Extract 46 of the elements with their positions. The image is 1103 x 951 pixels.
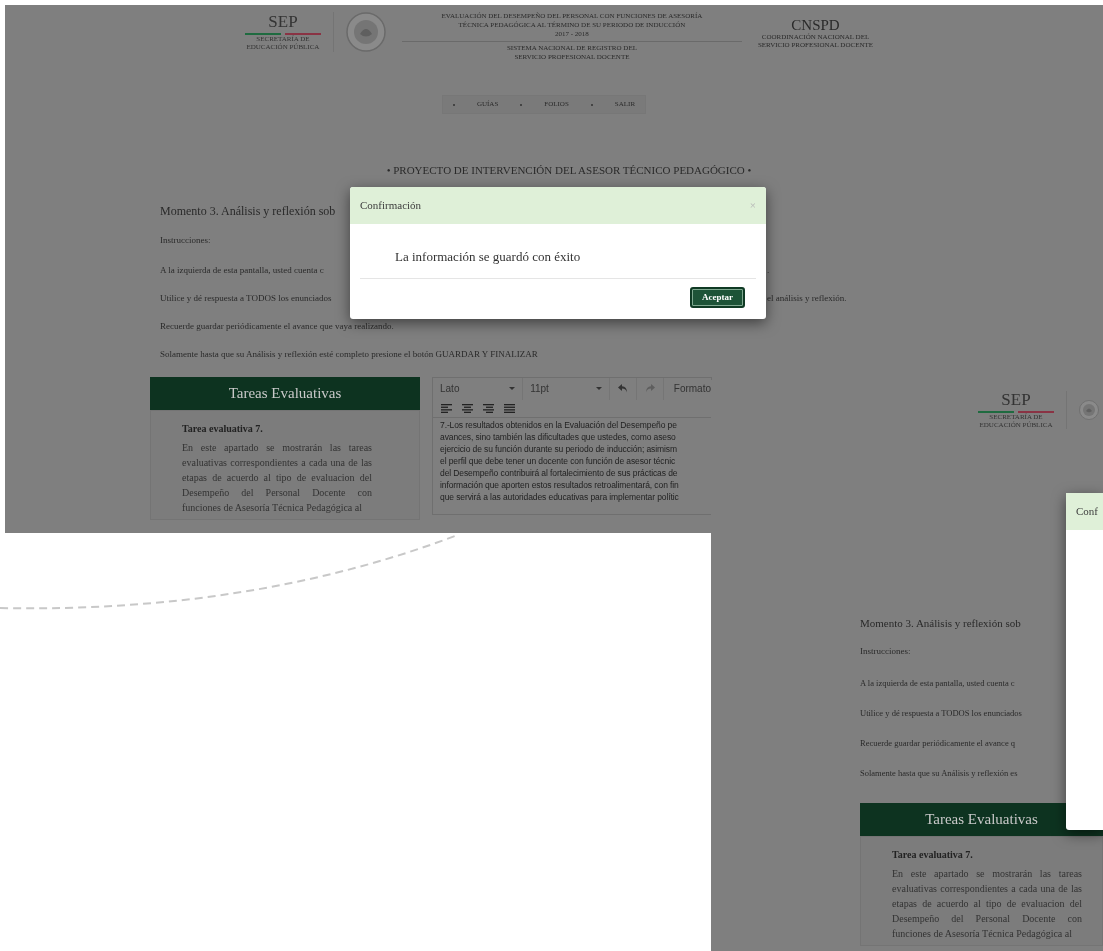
- justify-icon[interactable]: [504, 403, 515, 413]
- dialog-title: Conf: [1076, 504, 1098, 520]
- editor-text-line: avances, sino también las dificultades que ustedes, como aseso: [440, 430, 677, 443]
- section-heading: Momento 3. Análisis y reflexión sob: [160, 203, 336, 220]
- font-dropdown[interactable]: Lato: [433, 377, 523, 400]
- instructions-label: Instrucciones:: [860, 645, 912, 658]
- task-title: Tarea evaluativa 7.: [182, 421, 264, 436]
- editor-text-line: ejercicio de su función durante su periodo de inducción; asimism: [440, 442, 678, 455]
- editor-text-line: 7.-Los resultados obtenidos en la Evaluación del Desempeño pe: [440, 418, 678, 431]
- instructions-label: Instrucciones:: [160, 234, 212, 247]
- caret-icon: [509, 387, 516, 390]
- panel-title: Tareas Evaluativas: [925, 809, 1038, 829]
- task-title: Tarea evaluativa 7.: [892, 847, 974, 862]
- section-heading: Momento 3. Análisis y reflexión sob: [860, 616, 1022, 631]
- accept-button[interactable]: Aceptar: [690, 287, 745, 308]
- align-right-icon[interactable]: [483, 403, 494, 413]
- editor-text-line: información que aporten estos resultados retroalimentará, con fin: [440, 478, 680, 491]
- cnspd-title: CNSPD: [791, 18, 840, 33]
- instruction-text: Solamente hasta que su Análisis y reflexión es: [860, 766, 1019, 779]
- instruction-text: Solamente hasta que su Análisis y reflexión esté completo presione el botón GUARDAR Y FINALIZAR: [160, 347, 538, 360]
- instruction-text: Recuerde guardar periódicamente el avance que vaya realizando.: [160, 319, 394, 332]
- dialog-message: La información se guardó con éxito: [395, 249, 581, 264]
- page-title: • PROYECTO DE INTERVENCIÓN DEL ASESOR TÉCNICO PEDAGÓGICO •: [386, 164, 752, 176]
- editor-text-line: del Desempeño contribuirá al fortalecimiento de sus prácticas de: [440, 466, 679, 479]
- caret-icon: [596, 387, 603, 390]
- task-description: En este apartado se mostrarán las tareas evaluativas correspondientes a cada una de las etapas de acuerdo al tipo de evaluacion del Desempeño del Personal Docente con funciones de Asesoría Técnica Pedagógica al: [182, 440, 372, 515]
- editor-text-line: que servirá a las autoridades educativas para implementar polític: [440, 490, 680, 503]
- align-center-icon[interactable]: [462, 403, 473, 413]
- instruction-text: Recuerde guardar periódicamente el avance q: [860, 736, 1017, 749]
- panel-title: Tareas Evaluativas: [228, 383, 342, 403]
- instruction-text: el análisis y reflexión.: [767, 291, 848, 304]
- sep-logo-title: SEP: [268, 13, 298, 30]
- dialog-title: Confirmación: [360, 198, 422, 214]
- size-dropdown[interactable]: 11pt: [522, 377, 610, 400]
- redo-icon: [644, 384, 655, 393]
- task-description: En este apartado se mostrarán las tareas evaluativas correspondientes a cada una de las etapas de acuerdo al tipo de evaluacion del Desempeño del Personal Docente con funciones de Asesoría Técnica Pedagógica al: [892, 866, 1082, 941]
- editor-text-line: el perfil que debe tener un docente con función de asesor técnic: [440, 454, 677, 467]
- sep-logo-title: SEP: [1001, 391, 1031, 408]
- instruction-text: .: [767, 263, 771, 276]
- close-button[interactable]: ×: [749, 200, 756, 211]
- instruction-text: A la izquierda de esta pantalla, usted cuenta c: [160, 263, 324, 276]
- instruction-text: Utilice y dé respuesta a TODOS los enunciados: [160, 291, 332, 304]
- align-left-icon[interactable]: [441, 403, 452, 413]
- undo-icon: [618, 384, 629, 393]
- seal-icon: [345, 12, 386, 52]
- instruction-text: Utilice y dé respuesta a TODOS los enunciados: [860, 706, 1023, 719]
